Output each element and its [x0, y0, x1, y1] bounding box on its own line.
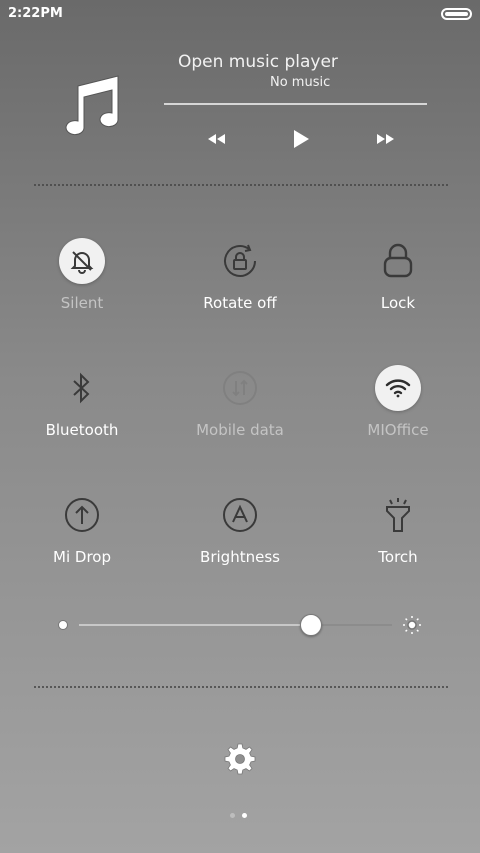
toggle-silent-bg: [59, 238, 105, 284]
toggle-bluetooth-label: Bluetooth: [45, 421, 119, 439]
status-bar: 2:22PM: [0, 0, 480, 28]
toggle-mi-drop-label: Mi Drop: [53, 548, 111, 566]
music-progress-line: [164, 103, 427, 105]
toggle-mi-drop-bg: [59, 492, 105, 538]
toggle-wifi[interactable]: MIOffice: [323, 365, 473, 455]
music-note-icon: [65, 75, 119, 136]
toggle-bluetooth[interactable]: Bluetooth: [7, 365, 157, 455]
previous-button[interactable]: [201, 126, 231, 152]
toggle-brightness-label: Brightness: [200, 548, 280, 566]
bell-off-icon: [70, 251, 94, 274]
brightness-low-icon: [58, 620, 68, 630]
brightness-fill: [79, 624, 311, 626]
toggle-lock-label: Lock: [380, 294, 416, 312]
toggle-torch-label: Torch: [378, 548, 418, 566]
toggle-wifi-label: MIOffice: [367, 421, 429, 439]
toggle-torch[interactable]: Torch: [323, 492, 473, 582]
music-subtitle: No music: [270, 75, 331, 90]
toggle-torch-bg: [375, 492, 421, 538]
toggle-bluetooth-bg: [59, 365, 105, 411]
toggle-mobile-data-bg: [217, 365, 263, 411]
battery-icon: [441, 8, 472, 20]
toggle-silent[interactable]: Silent: [7, 238, 157, 328]
previous-icon: [208, 134, 225, 144]
page-dot-2[interactable]: [242, 813, 247, 818]
toggle-mobile-data[interactable]: Mobile data: [165, 365, 315, 455]
bluetooth-icon: [73, 372, 90, 404]
toggle-mi-drop[interactable]: Mi Drop: [7, 492, 157, 582]
music-title[interactable]: Open music player: [178, 52, 338, 72]
settings-gear-icon[interactable]: [224, 743, 256, 775]
page-dot-1[interactable]: [230, 813, 235, 818]
auto-brightness-icon: [223, 498, 257, 532]
toggle-mobile-data-label: Mobile data: [196, 421, 284, 439]
torch-icon: [386, 498, 410, 532]
status-time: 2:22PM: [8, 6, 63, 21]
wifi-icon: [385, 379, 411, 398]
play-button[interactable]: [286, 126, 316, 152]
mobile-data-icon: [223, 371, 257, 405]
toggle-lock[interactable]: Lock: [323, 238, 473, 328]
brightness-thumb[interactable]: [299, 614, 322, 636]
toggle-rotate-bg: [217, 238, 263, 284]
toggle-silent-label: Silent: [60, 294, 104, 312]
page-indicator: [230, 813, 250, 819]
next-button[interactable]: [371, 126, 401, 152]
toggle-lock-bg: [375, 238, 421, 284]
toggle-rotate-label: Rotate off: [203, 294, 277, 312]
rotate-lock-icon: [224, 244, 256, 277]
brightness-slider[interactable]: [55, 612, 425, 638]
divider-top: [34, 184, 448, 186]
brightness-high-icon: [403, 616, 421, 634]
next-icon: [377, 134, 394, 144]
lock-icon: [383, 243, 413, 278]
mi-drop-icon: [65, 498, 99, 532]
toggle-wifi-bg: [375, 365, 421, 411]
play-icon: [294, 130, 309, 148]
toggle-rotate[interactable]: Rotate off: [165, 238, 315, 328]
divider-bottom: [34, 686, 448, 688]
toggle-brightness-bg: [217, 492, 263, 538]
toggle-brightness[interactable]: Brightness: [165, 492, 315, 582]
